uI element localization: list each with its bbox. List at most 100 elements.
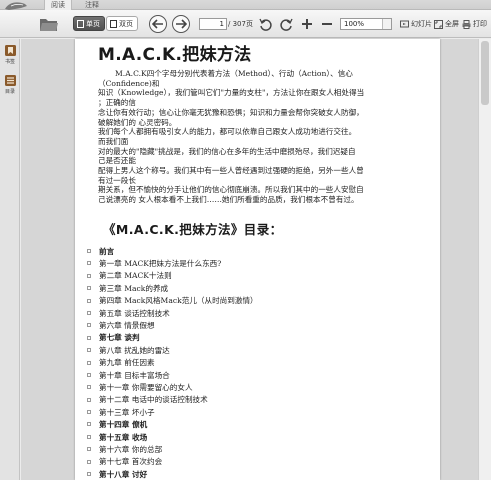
- toc-item[interactable]: 第九章 前任因素: [87, 357, 407, 369]
- slideshow-button[interactable]: 幻灯片: [400, 19, 432, 30]
- checkbox-icon: [87, 249, 91, 253]
- vertical-scrollbar[interactable]: [478, 39, 491, 480]
- toc-item-label: 第一章 MACK把妹方法是什么东西?: [99, 259, 222, 269]
- toc-item-label: 第三章 Mack的养成: [99, 283, 169, 293]
- fullscreen-button[interactable]: 全屏: [434, 19, 459, 30]
- intro-line: 配得上男人这个称号。我们其中有一些人曾经遇到过强硬的拒绝，另外一些人曾: [98, 166, 364, 176]
- intro-line: （Confidence)和: [98, 78, 160, 88]
- toc-item[interactable]: 第十七章 首次约会: [87, 456, 407, 468]
- forward-arrow-icon: [176, 19, 187, 29]
- previous-page-button[interactable]: [149, 15, 167, 33]
- toc-item[interactable]: 前言: [87, 245, 407, 257]
- toc-item[interactable]: 第十章 目标丰富场合: [87, 369, 407, 381]
- checkbox-icon: [87, 298, 91, 303]
- checkbox-icon: [87, 397, 91, 402]
- intro-line: 对的最大的"隐藏"挑战是，我们的信心在多年的生活中磨损殆尽，我们迟疑自: [98, 146, 356, 156]
- next-page-button[interactable]: [172, 15, 190, 33]
- checkbox-icon: [87, 261, 91, 266]
- toc-item-label: 第十五章 收场: [99, 432, 148, 442]
- single-page-button[interactable]: 单页: [73, 16, 105, 31]
- toc-item[interactable]: 第二章 MACK十法则: [87, 270, 407, 282]
- page-number-input[interactable]: 1: [199, 18, 227, 30]
- checkbox-icon: [87, 310, 91, 315]
- rotate-left-button[interactable]: [258, 14, 272, 34]
- intro-line: 己是否还能: [98, 156, 136, 166]
- checkbox-icon: [87, 410, 91, 415]
- toc-item[interactable]: 第七章 谈判: [87, 332, 407, 344]
- intro-line: ；正确的信: [98, 98, 136, 108]
- rotate-right-icon: [279, 18, 293, 31]
- checkbox-icon: [87, 286, 91, 291]
- intro-line: 有过一段长: [98, 175, 136, 185]
- intro-line: 己说漂亮的 女人根本看不上我们……她们所看重的品质，我们根本不曾有过。: [98, 195, 359, 205]
- checkbox-icon: [87, 348, 91, 353]
- checkbox-icon: [87, 422, 91, 427]
- fullscreen-icon: [434, 20, 443, 29]
- left-sidebar: 书签 目录: [0, 39, 20, 480]
- zoom-value: 100%: [344, 20, 365, 28]
- toc-item[interactable]: 第八章 扰乱她的雷达: [87, 344, 407, 356]
- chevron-down-icon: [382, 19, 391, 29]
- document-viewport[interactable]: M.A.C.K.把妹方法 M.A.C.K四个字母分别代表着方法（Method）、…: [21, 39, 478, 480]
- print-label: 打印: [473, 20, 487, 28]
- intro-line: 期关系，但不愉快的分手让他们的信心彻底崩溃。所以我们其中的一些人安慰自: [98, 185, 364, 195]
- toc-item-label: 第二章 MACK十法则: [99, 271, 172, 281]
- folder-open-icon: [40, 19, 58, 31]
- sidebar-item-toc[interactable]: 目录: [1, 74, 19, 102]
- toc-item[interactable]: 第十四章 僚机: [87, 418, 407, 430]
- intro-line: 破解她们的 心灵密码。: [98, 117, 177, 127]
- toc-item-label: 第十四章 僚机: [99, 420, 148, 430]
- zoom-out-button[interactable]: [320, 14, 334, 34]
- intro-line: M.A.C.K四个字母分别代表着方法（Method）、行动（Action）、信心: [115, 69, 353, 78]
- toc-item-label: 第六章 情景假想: [99, 321, 155, 331]
- double-page-button[interactable]: 双页: [106, 16, 138, 31]
- sidebar-item-bookmarks[interactable]: 书签: [1, 44, 19, 72]
- toc-item-label: 第九章 前任因素: [99, 358, 155, 368]
- toc-item[interactable]: 第十一章 你需要留心的女人: [87, 381, 407, 393]
- print-button[interactable]: 打印: [462, 19, 487, 30]
- checkbox-icon: [87, 273, 91, 278]
- checkbox-icon: [87, 360, 91, 365]
- toc-item[interactable]: 第四章 Mack风格Mack范儿（从时尚到激情）: [87, 295, 407, 307]
- zoom-in-icon: [302, 19, 312, 29]
- double-page-icon: [110, 19, 117, 28]
- intro-line: 知识（Knowledge），我们管叫它们"力量的支柱"，方法让你在跟女人相处得当: [98, 88, 365, 98]
- slideshow-label: 幻灯片: [411, 20, 432, 28]
- single-page-icon: [77, 19, 84, 28]
- scrollbar-thumb[interactable]: [481, 41, 489, 105]
- toc-item[interactable]: 第六章 情景假想: [87, 319, 407, 331]
- checkbox-icon: [87, 385, 91, 390]
- checkbox-icon: [87, 459, 91, 464]
- toc-item[interactable]: 第三章 Mack的养成: [87, 282, 407, 294]
- checkbox-icon: [87, 434, 91, 439]
- zoom-in-button[interactable]: [300, 14, 314, 34]
- bookmark-icon: [4, 45, 16, 56]
- open-file-button[interactable]: [38, 14, 60, 34]
- checkbox-icon: [87, 447, 91, 452]
- zoom-select[interactable]: 100%: [340, 18, 392, 30]
- zoom-out-icon: [322, 23, 332, 25]
- toc-item[interactable]: 第十六章 你的总部: [87, 443, 407, 455]
- tab-annotate[interactable]: 注释: [79, 0, 105, 10]
- toc-item-label: 第四章 Mack风格Mack范儿（从时尚到激情）: [99, 296, 258, 306]
- toc-heading: 《M.A.C.K.把妹方法》目录：: [103, 222, 283, 237]
- rotate-right-button[interactable]: [279, 14, 293, 34]
- single-page-label: 单页: [86, 19, 100, 28]
- toc-item[interactable]: 第一章 MACK把妹方法是什么东西?: [87, 257, 407, 269]
- checkbox-icon: [87, 323, 91, 328]
- toc-item-label: 第七章 谈判: [99, 333, 140, 343]
- toc-item-label: 第十七章 首次约会: [99, 457, 163, 467]
- toc-item-label: 第十六章 你的总部: [99, 444, 163, 454]
- slideshow-icon: [400, 20, 409, 28]
- document-page: M.A.C.K.把妹方法 M.A.C.K四个字母分别代表着方法（Method）、…: [75, 39, 440, 480]
- toc-item[interactable]: 第五章 谈话控制技术: [87, 307, 407, 319]
- tab-read[interactable]: 阅读: [44, 0, 72, 10]
- toc-item[interactable]: 第十八章 讨好: [87, 468, 407, 480]
- toc-item[interactable]: 第十二章 电话中的谈话控制技术: [87, 394, 407, 406]
- intro-line: 我们每个人都拥有吸引女人的能力，都可以依靠自己跟女人成功地进行交往。: [98, 127, 357, 137]
- back-arrow-icon: [152, 19, 163, 29]
- toc-item[interactable]: 第十三章 坏小子: [87, 406, 407, 418]
- page-total: / 307页: [228, 20, 253, 28]
- toc-item[interactable]: 第十五章 收场: [87, 431, 407, 443]
- toc-item-label: 第十章 目标丰富场合: [99, 370, 170, 380]
